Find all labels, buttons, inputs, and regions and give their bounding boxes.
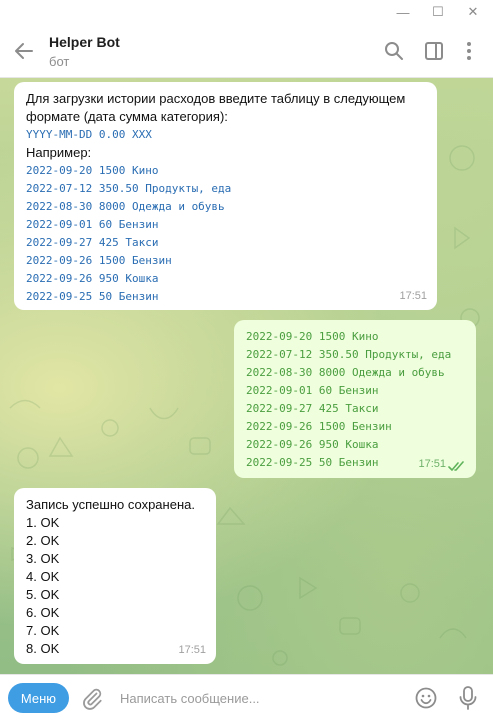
example-line: 2022-09-26 950 Кошка <box>26 272 159 285</box>
minimize-button[interactable]: — <box>386 0 420 24</box>
sent-line: 2022-09-27 425 Такси <box>246 402 379 415</box>
format-template: YYYY-MM-DD 0.00 XXX <box>26 128 152 141</box>
message-time: 17:51 <box>399 290 427 302</box>
sent-line: 2022-08-30 8000 Одежда и обувь <box>246 366 445 379</box>
confirmation-line: 2. OK <box>26 533 60 548</box>
back-arrow-icon[interactable] <box>12 39 36 63</box>
example-line: 2022-07-12 350.50 Продукты, еда <box>26 182 232 195</box>
example-line: 2022-09-25 50 Бензин <box>26 290 159 303</box>
confirmation-line: 1. OK <box>26 515 60 530</box>
message-sent-data[interactable]: 2022-09-20 1500 Кино 2022-07-12 350.50 П… <box>234 320 476 478</box>
sidebar-toggle-icon[interactable] <box>423 40 445 62</box>
message-intro-text: Для загрузки истории расходов введите та… <box>26 91 406 124</box>
message-input[interactable] <box>120 687 400 709</box>
confirmation-heading: Запись успешно сохранена. <box>26 497 195 512</box>
bot-menu-button[interactable]: Меню <box>8 683 69 713</box>
message-time: 17:51 <box>418 458 446 470</box>
sent-line: 2022-09-26 1500 Бензин <box>246 420 392 433</box>
sent-line: 2022-09-01 60 Бензин <box>246 384 379 397</box>
confirmation-line: 4. OK <box>26 569 60 584</box>
example-line: 2022-09-20 1500 Кино <box>26 164 159 177</box>
example-line: 2022-09-01 60 Бензин <box>26 218 159 231</box>
message-confirmation[interactable]: Запись успешно сохранена. 1. OK 2. OK 3.… <box>14 488 216 664</box>
maximize-button[interactable]: ☐ <box>421 0 455 24</box>
search-icon[interactable] <box>383 40 405 62</box>
sent-line: 2022-09-20 1500 Кино <box>246 330 379 343</box>
example-line: 2022-08-30 8000 Одежда и обувь <box>26 200 225 213</box>
microphone-icon[interactable] <box>458 685 478 711</box>
confirmation-line: 6. OK <box>26 605 60 620</box>
confirmation-line: 7. OK <box>26 623 60 638</box>
message-composer: Меню <box>0 674 493 720</box>
emoji-icon[interactable] <box>414 686 438 710</box>
chat-title[interactable]: Helper Bot <box>49 34 120 50</box>
window-titlebar: — ☐ ✕ <box>0 0 493 24</box>
paperclip-icon[interactable] <box>80 686 104 710</box>
read-checkmarks-icon <box>448 461 464 471</box>
example-label: Например: <box>26 145 92 160</box>
sent-line: 2022-07-12 350.50 Продукты, еда <box>246 348 452 361</box>
chat-area[interactable]: Для загрузки истории расходов введите та… <box>0 78 493 674</box>
confirmation-line: 8. OK <box>26 641 60 656</box>
close-window-button[interactable]: ✕ <box>456 0 490 24</box>
example-line: 2022-09-26 1500 Бензин <box>26 254 172 267</box>
more-options-icon[interactable] <box>458 40 480 62</box>
chat-subtitle: бот <box>49 54 70 69</box>
message-instructions[interactable]: Для загрузки истории расходов введите та… <box>14 82 437 310</box>
chat-header: Helper Bot бот <box>0 24 493 78</box>
confirmation-line: 5. OK <box>26 587 60 602</box>
message-time: 17:51 <box>178 644 206 656</box>
example-line: 2022-09-27 425 Такси <box>26 236 159 249</box>
sent-line: 2022-09-26 950 Кошка <box>246 438 379 451</box>
confirmation-line: 3. OK <box>26 551 60 566</box>
